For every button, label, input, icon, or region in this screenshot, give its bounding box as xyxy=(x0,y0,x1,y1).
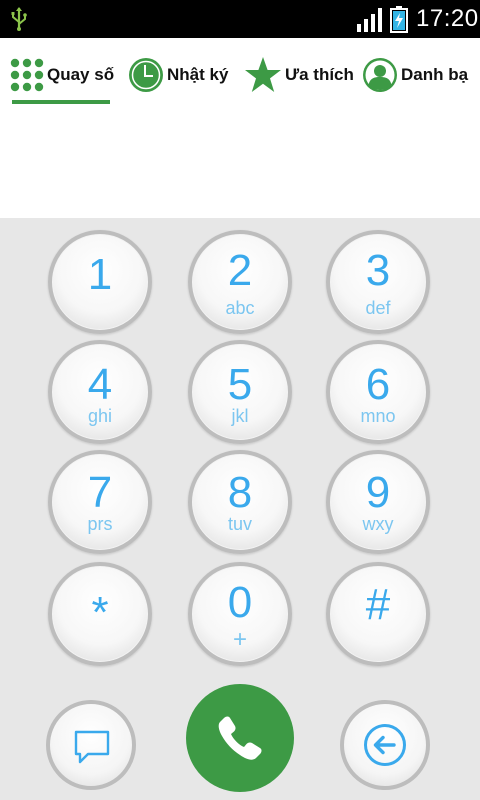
key-8[interactable]: 8 tuv xyxy=(188,450,292,554)
key-digit: 8 xyxy=(227,468,253,517)
key-letters: prs xyxy=(87,514,113,534)
dialpad-icon xyxy=(10,58,44,92)
key-letters: tuv xyxy=(227,514,252,534)
key-letters: + xyxy=(232,626,247,653)
contact-icon xyxy=(363,58,397,92)
key-digit: 0 xyxy=(227,578,253,627)
key-6[interactable]: 6 mno xyxy=(326,340,430,444)
key-4[interactable]: 4 ghi xyxy=(48,340,152,444)
key-digit: 3 xyxy=(365,246,391,295)
key-letters: wxy xyxy=(362,514,394,534)
key-7[interactable]: 7 prs xyxy=(48,450,152,554)
call-button[interactable] xyxy=(186,684,294,792)
key-hash[interactable]: # xyxy=(326,562,430,666)
star-icon xyxy=(245,57,281,92)
message-icon xyxy=(74,730,110,764)
key-letters: ghi xyxy=(87,406,113,426)
phone-icon xyxy=(218,716,262,760)
key-digit: 4 xyxy=(87,360,113,409)
tab-call-log-label: Nhật ký xyxy=(167,65,229,84)
key-digit: # xyxy=(365,580,391,629)
number-input[interactable] xyxy=(0,110,480,218)
tab-favorites-label: Ưa thích xyxy=(285,65,354,84)
signal-icon xyxy=(357,8,382,32)
status-bar: 17:20 xyxy=(0,0,480,38)
key-digit: 5 xyxy=(227,360,253,409)
key-letters: jkl xyxy=(231,406,249,426)
key-digit: * xyxy=(91,588,109,637)
tab-contacts[interactable]: Danh bạ xyxy=(362,50,468,100)
key-digit: 2 xyxy=(227,246,253,295)
key-9[interactable]: 9 wxy xyxy=(326,450,430,554)
tab-call-log[interactable]: Nhật ký xyxy=(128,50,228,100)
key-5[interactable]: 5 jkl xyxy=(188,340,292,444)
key-digit: 1 xyxy=(87,250,113,299)
key-digit: 9 xyxy=(365,468,391,517)
battery-charging-icon xyxy=(390,6,408,33)
key-star[interactable]: * xyxy=(48,562,152,666)
delete-button[interactable] xyxy=(340,700,430,790)
status-time: 17:20 xyxy=(416,5,479,32)
usb-icon xyxy=(11,7,27,31)
key-0[interactable]: 0 + xyxy=(188,562,292,666)
key-3[interactable]: 3 def xyxy=(326,230,430,334)
key-digit: 6 xyxy=(365,360,391,409)
selected-tab-indicator xyxy=(12,100,110,104)
backspace-icon xyxy=(364,724,406,766)
key-letters: def xyxy=(365,298,391,318)
tab-favorites[interactable]: Ưa thích xyxy=(244,50,354,100)
clock-icon xyxy=(129,58,163,92)
tab-bar: Quay số Nhật ký Ưa thích Danh bạ xyxy=(0,38,480,110)
tab-contacts-label: Danh bạ xyxy=(401,65,469,84)
key-1[interactable]: 1 xyxy=(48,230,152,334)
key-2[interactable]: 2 abc xyxy=(188,230,292,334)
key-letters: mno xyxy=(360,406,396,426)
tab-dialpad[interactable]: Quay số xyxy=(10,50,114,100)
send-message-button[interactable] xyxy=(46,700,136,790)
tab-dialpad-label: Quay số xyxy=(47,65,115,84)
key-digit: 7 xyxy=(87,468,113,517)
key-letters: abc xyxy=(225,298,255,318)
